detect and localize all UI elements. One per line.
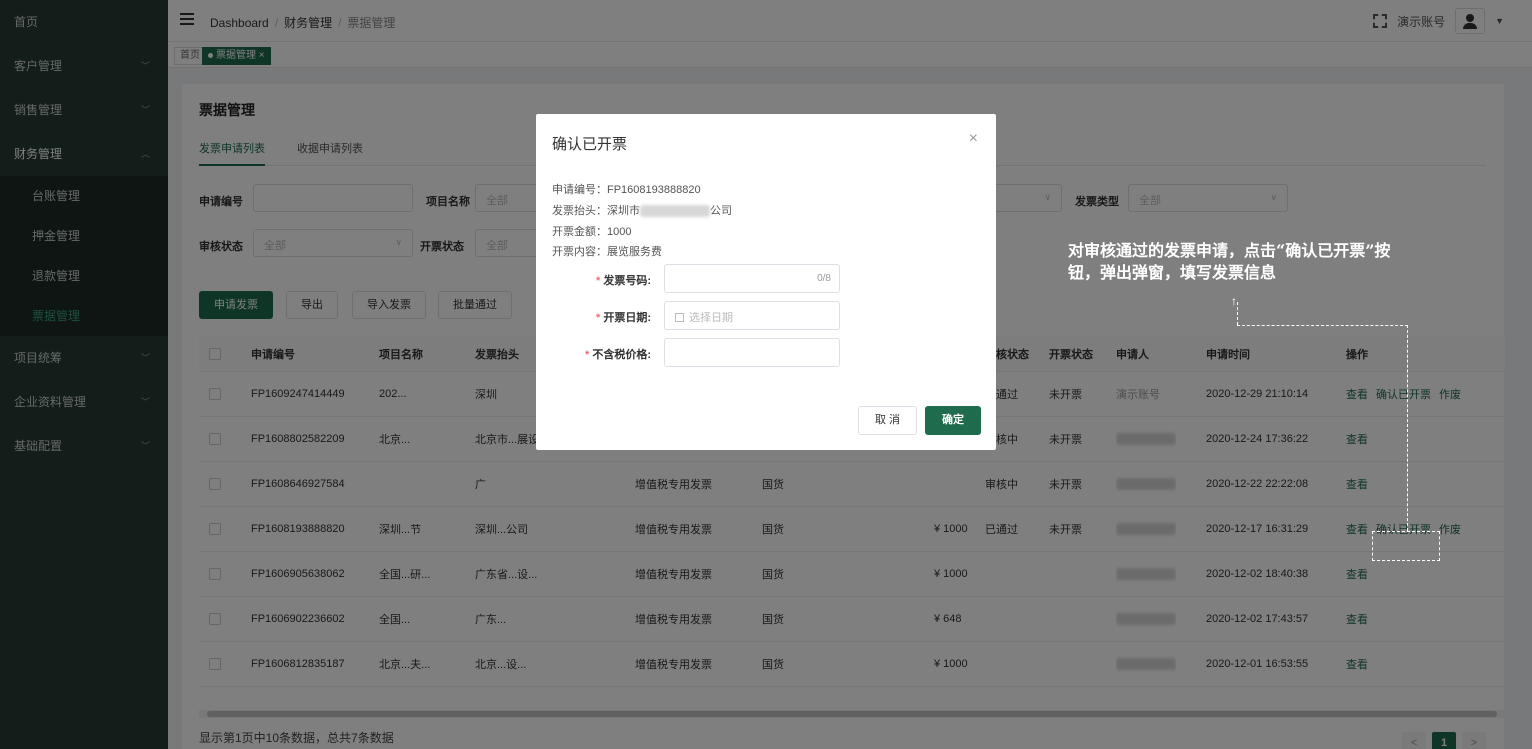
dialog-title: 确认已开票 (552, 136, 628, 153)
info-title-suffix: 公司 (710, 205, 732, 217)
price-ex-tax-label: * 不含税价格: (585, 349, 651, 361)
invoice-no-label: * 发票号码: (596, 275, 651, 287)
info-title-prefix: 发票抬头：深圳市 (552, 205, 640, 217)
price-ex-tax-input[interactable] (664, 338, 840, 367)
char-count: 0/8 (817, 273, 831, 284)
annotation-connector (1407, 325, 1408, 531)
annotation-connector (1237, 325, 1408, 326)
info-invoice-title: 发票抬头：深圳市 公司 (552, 202, 732, 218)
date-placeholder: 选择日期 (689, 312, 733, 324)
invoice-date-picker[interactable]: 选择日期 (664, 301, 840, 330)
annotation-connector (1237, 302, 1238, 325)
confirm-button[interactable]: 确定 (925, 406, 981, 435)
invoice-no-input[interactable]: 0/8 (664, 264, 840, 293)
annotation-callout: 对审核通过的发票申请，点击“确认已开票”按钮，弹出弹窗，填写发票信息 (1068, 241, 1391, 282)
cancel-button[interactable]: 取 消 (858, 406, 918, 435)
redacted-text (640, 205, 710, 218)
info-apply-no: 申请编号：FP1608193888820 (552, 184, 701, 196)
calendar-icon (675, 313, 684, 322)
info-amount: 开票金额：1000 (552, 226, 632, 238)
confirm-invoiced-dialog: 确认已开票 × 申请编号：FP1608193888820 发票抬头：深圳市 公司 … (536, 114, 996, 450)
close-icon[interactable]: × (969, 130, 978, 148)
invoice-date-label: * 开票日期: (596, 312, 651, 324)
annotation-highlight-box (1372, 531, 1440, 561)
info-content: 开票内容：展览服务费 (552, 246, 662, 258)
